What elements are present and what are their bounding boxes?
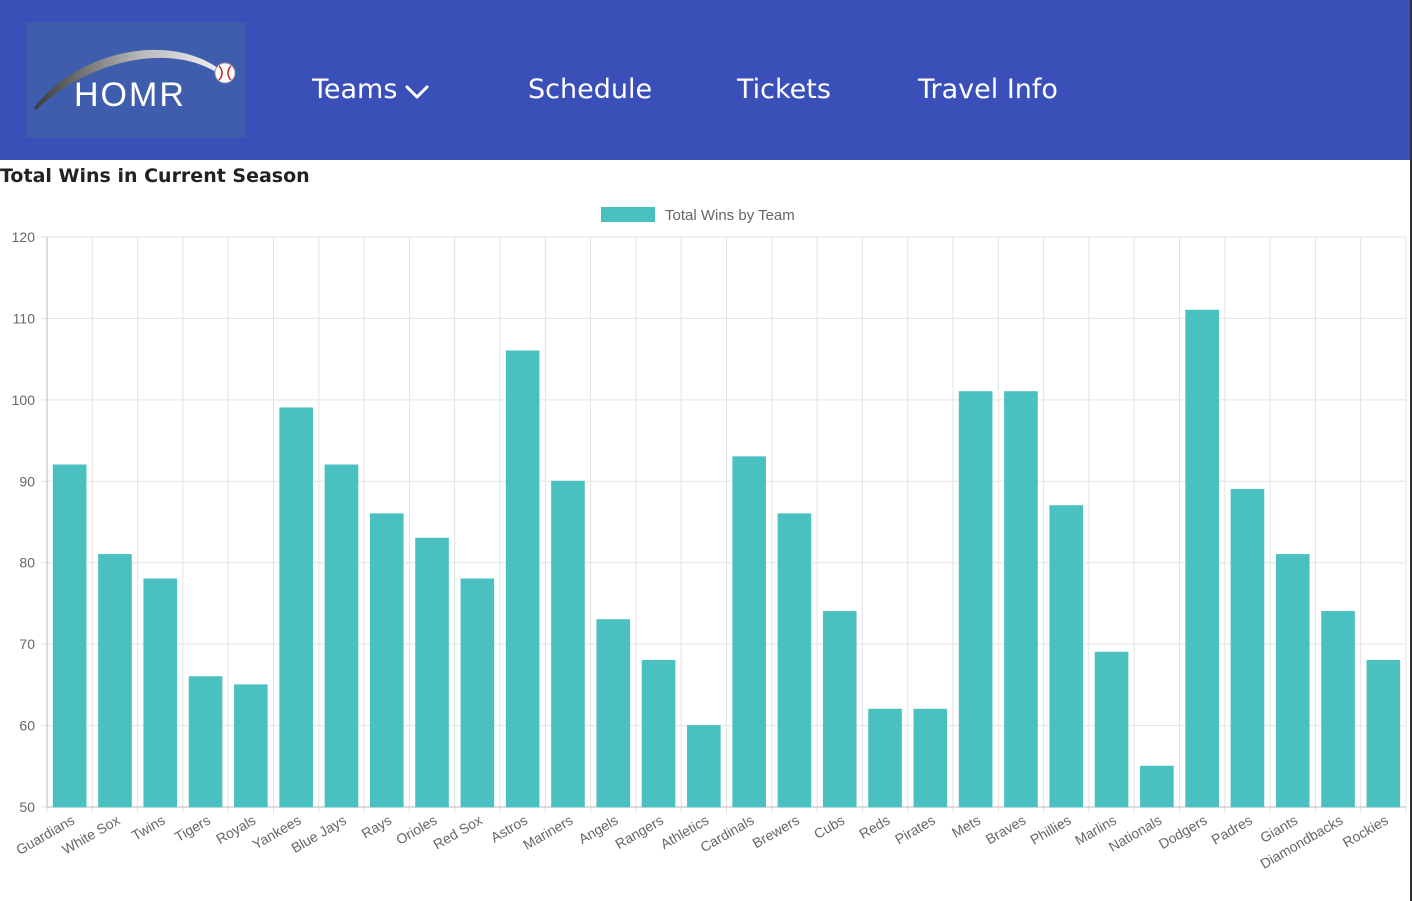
- y-tick-label: 110: [13, 310, 36, 326]
- x-tick-label: Reds: [856, 812, 892, 842]
- bar: [415, 537, 449, 808]
- x-tick-label: Red Sox: [430, 812, 485, 853]
- x-tick-label: Mets: [949, 812, 983, 841]
- x-tick-label: Rays: [359, 812, 395, 842]
- nav-tickets-link[interactable]: Tickets: [737, 74, 831, 105]
- bar: [822, 611, 857, 808]
- bar: [369, 513, 404, 808]
- x-tick-label: Phillies: [1027, 812, 1073, 848]
- nav-schedule-link[interactable]: Schedule: [528, 74, 652, 105]
- x-tick-label: Cubs: [811, 812, 847, 842]
- x-tick-label: Padres: [1209, 812, 1255, 848]
- bar: [98, 554, 132, 808]
- bar: [505, 350, 540, 808]
- bar: [1366, 659, 1401, 808]
- x-tick-label: Tigers: [172, 812, 213, 845]
- x-tick-label: Rangers: [612, 812, 666, 852]
- x-tick-label: Braves: [983, 812, 1029, 848]
- bar: [143, 578, 178, 808]
- bar: [596, 619, 631, 808]
- bar: [1185, 309, 1219, 808]
- bar: [188, 676, 223, 808]
- bar: [234, 684, 268, 808]
- bar: [1275, 554, 1310, 808]
- bar: [460, 578, 495, 808]
- bar: [1321, 611, 1355, 808]
- bar: [324, 464, 359, 808]
- page-title: Total Wins in Current Season: [0, 165, 310, 187]
- x-tick-label: Mariners: [520, 812, 575, 853]
- bar: [641, 659, 676, 808]
- y-tick-label: 120: [12, 229, 36, 245]
- x-tick-label: Dodgers: [1156, 812, 1210, 852]
- x-tick-label: Pirates: [892, 812, 938, 848]
- y-tick-label: 80: [19, 555, 35, 571]
- x-tick-label: Brewers: [749, 812, 801, 852]
- nav-teams-link[interactable]: Teams: [312, 74, 397, 105]
- x-tick-label: Twins: [129, 812, 168, 844]
- bar: [687, 725, 721, 808]
- chevron-down-icon[interactable]: [405, 84, 429, 100]
- bar: [958, 391, 993, 808]
- bar: [1094, 651, 1129, 808]
- y-tick-label: 90: [19, 473, 35, 489]
- bar: [1230, 488, 1265, 808]
- bar: [1140, 765, 1174, 808]
- bar: [551, 480, 585, 808]
- legend-label: Total Wins by Team: [665, 207, 795, 224]
- bar: [913, 708, 948, 808]
- y-tick-label: 70: [19, 636, 35, 652]
- bar: [1004, 391, 1038, 808]
- total-wins-bar-chart: 5060708090100110120GuardiansWhite Sox Twi…: [12, 207, 1407, 872]
- y-tick-label: 100: [12, 392, 36, 408]
- nav-travel-info-link[interactable]: Travel Info: [918, 74, 1058, 105]
- y-tick-label: 60: [19, 718, 35, 734]
- bar: [777, 513, 812, 808]
- bar: [868, 708, 902, 808]
- bar: [52, 464, 87, 808]
- bar: [279, 407, 313, 808]
- x-tick-label: Rockies: [1340, 812, 1391, 851]
- bar: [732, 456, 766, 808]
- logo-text: HOMR: [74, 76, 186, 114]
- bar: [1049, 505, 1084, 808]
- y-tick-label: 50: [19, 799, 35, 815]
- homr-logo[interactable]: HOMR: [26, 22, 246, 138]
- legend-swatch: [601, 207, 655, 222]
- navbar: HOMR Teams Schedule Tickets Travel Info: [0, 0, 1410, 160]
